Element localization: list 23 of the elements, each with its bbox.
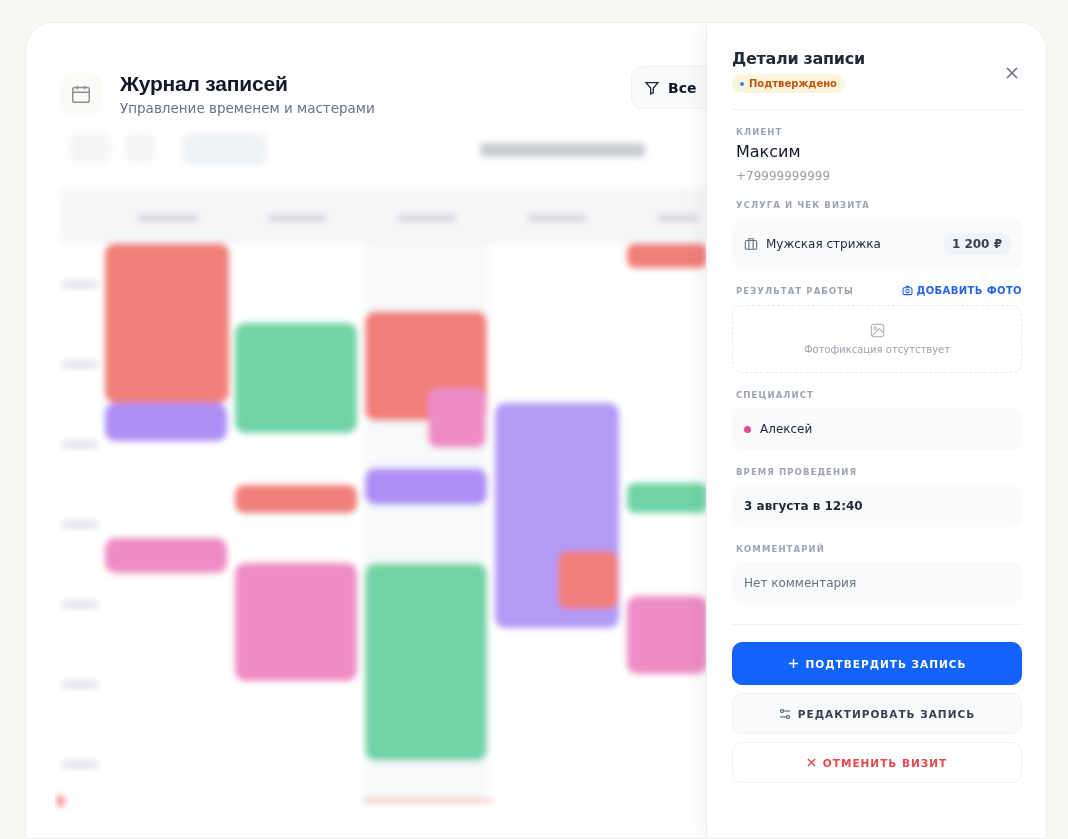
filter-button[interactable]: Все xyxy=(631,66,706,109)
client-phone: +79999999999 xyxy=(736,169,832,183)
section-label: УСЛУГА И ЧЕК ВИЗИТА xyxy=(736,200,872,210)
page-subtitle: Управление временем и мастерами xyxy=(120,100,375,116)
client-name: Максим xyxy=(736,142,802,161)
confirm-button[interactable]: ПОДТВЕРДИТЬ ЗАПИСЬ xyxy=(732,642,1022,685)
photo-placeholder-text: Фотофиксация отсутствует xyxy=(803,344,951,355)
service-price: 1 200 ₽ xyxy=(943,233,1010,255)
edit-button[interactable]: РЕДАКТИРОВАТЬ ЗАПИСЬ xyxy=(732,693,1022,734)
comment-text: Нет комментария xyxy=(744,576,857,590)
cancel-button[interactable]: ОТМЕНИТЬ ВИЗИТ xyxy=(732,742,1022,783)
section-label: КОММЕНТАРИЙ xyxy=(736,544,826,554)
appointment-time: 3 августа в 12:40 xyxy=(744,499,863,513)
section-label: КЛИЕНТ xyxy=(736,127,784,137)
specialist-name: Алексей xyxy=(760,422,813,436)
add-photo-link[interactable]: ДОБАВИТЬ ФОТО xyxy=(902,285,1022,296)
section-label: ВРЕМЯ ПРОВЕДЕНИЯ xyxy=(736,467,859,477)
status-badge: Подтверждено xyxy=(732,74,845,93)
page-title: Журнал записей xyxy=(120,72,288,96)
panel-title: Детали записи xyxy=(732,49,865,68)
section-label: РЕЗУЛЬТАТ РАБОТЫ xyxy=(736,286,855,296)
section-label: СПЕЦИАЛИСТ xyxy=(736,390,815,400)
service-name: Мужская стрижка xyxy=(766,237,882,251)
